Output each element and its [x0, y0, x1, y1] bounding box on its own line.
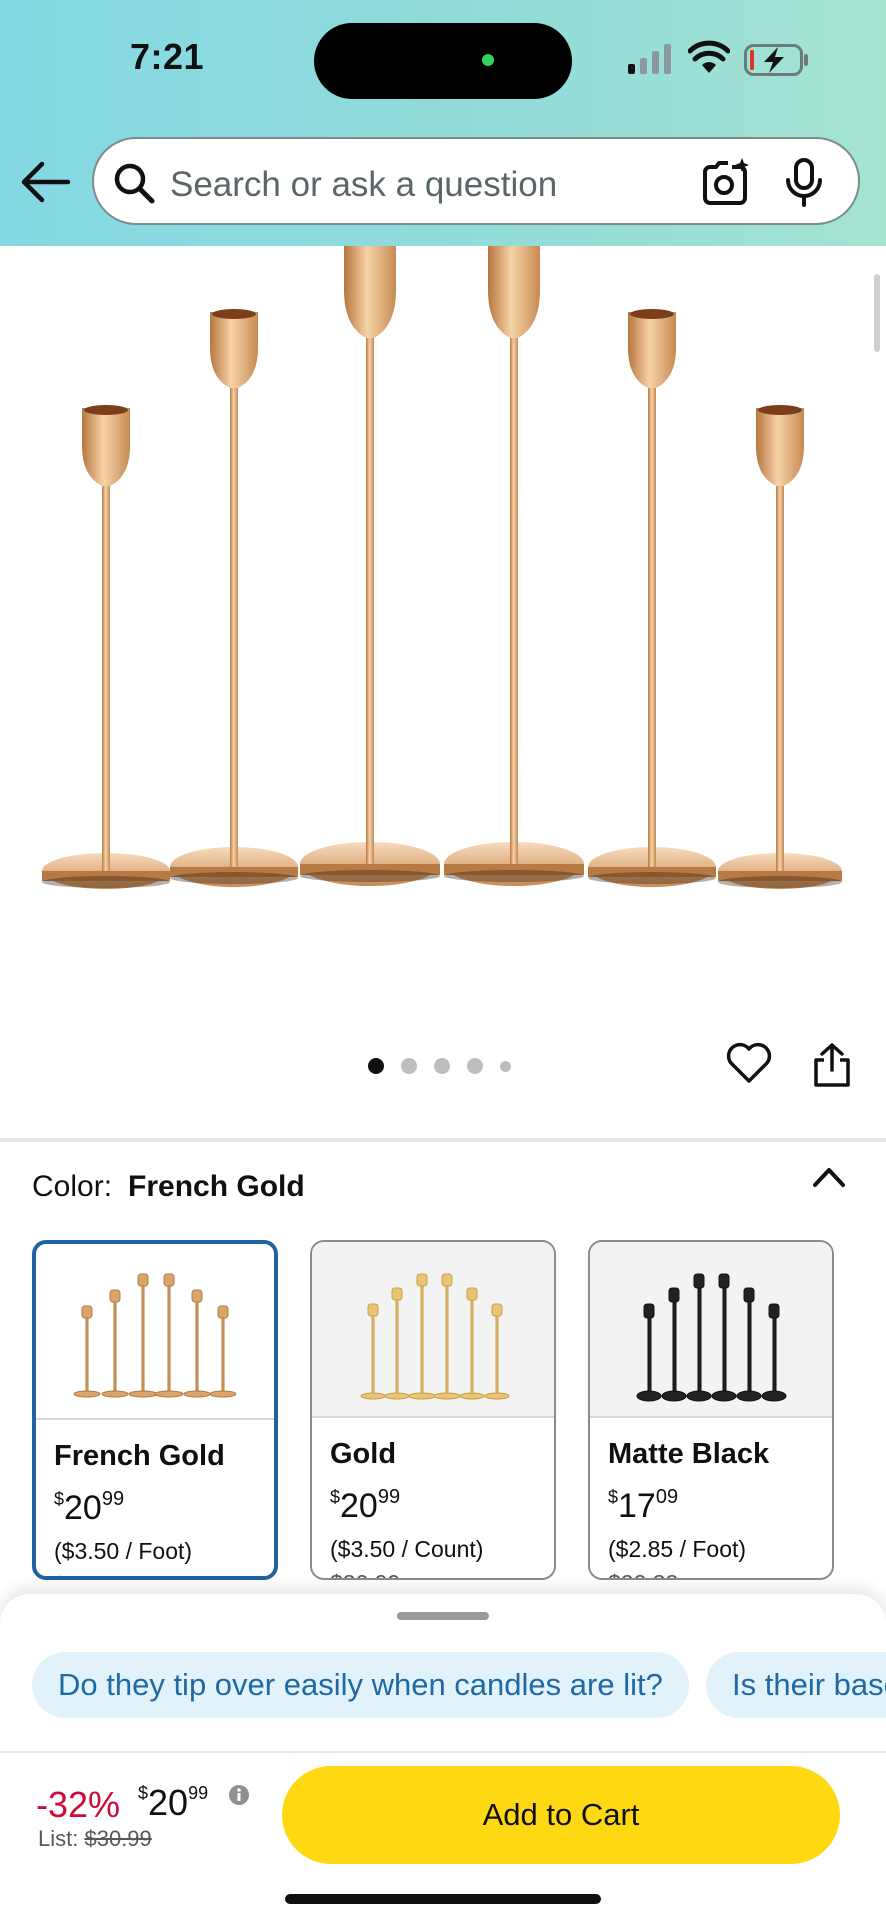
swatch-name: Gold [330, 1438, 397, 1470]
cellular-signal-icon [628, 44, 671, 74]
questions-sheet: Do they tip over easily when candles are… [0, 1594, 886, 1754]
swatch-list-price: $30.99 [330, 1570, 400, 1578]
swatch-image [590, 1242, 832, 1418]
battery-charging-icon [744, 44, 808, 76]
swatch-list-price: $20.32 [608, 1570, 678, 1578]
image-pagination[interactable] [368, 1058, 511, 1074]
camera-indicator-icon [482, 54, 494, 66]
question-chip[interactable]: Do they tip over easily when candles are… [32, 1652, 689, 1718]
sheet-divider [0, 1751, 886, 1753]
page-dot-2[interactable] [401, 1058, 417, 1074]
chevron-up-icon[interactable] [812, 1166, 846, 1188]
selected-color: French Gold [128, 1170, 305, 1203]
heart-icon[interactable] [726, 1042, 772, 1084]
color-selector-header: Color: French Gold [32, 1170, 305, 1204]
swatch-unit-price: ($2.85 / Foot) [608, 1536, 747, 1562]
status-time: 7:21 [130, 36, 205, 77]
search-bar[interactable]: Search or ask a question [92, 137, 860, 225]
swatch-price: $1709 [608, 1486, 679, 1525]
swatch-thumbnail [360, 1273, 510, 1400]
swatch-matte-black[interactable]: Matte Black $1709 ($2.85 / Foot) $20.32 [588, 1240, 834, 1580]
swatch-name: Matte Black [608, 1438, 770, 1470]
swatch-price: $2099 [330, 1486, 401, 1525]
swatch-gold[interactable]: Gold $2099 ($3.50 / Count) $30.99 [310, 1240, 556, 1580]
buy-bar: -32% $2099 List: $30.99 Add to Cart [0, 1754, 886, 1920]
list-price: List: $30.99 [38, 1826, 152, 1851]
swatch-unit-price: ($3.50 / Foot) [54, 1538, 193, 1564]
discount-percent: -32% [36, 1784, 121, 1825]
swatch-french-gold[interactable]: French Gold $2099 ($3.50 / Foot) $30.99 [32, 1240, 278, 1580]
swatch-image [312, 1242, 554, 1418]
candle-holders-image [42, 246, 842, 889]
microphone-icon[interactable] [784, 158, 824, 208]
camera-search-icon[interactable] [702, 158, 750, 206]
scrollbar[interactable] [874, 274, 880, 352]
product-image[interactable] [0, 246, 886, 1126]
swatch-name: French Gold [54, 1440, 225, 1472]
dynamic-island [314, 23, 572, 99]
search-icon [114, 163, 155, 204]
page-dot-3[interactable] [434, 1058, 450, 1074]
info-icon[interactable] [228, 1784, 250, 1806]
add-to-cart-button[interactable]: Add to Cart [282, 1766, 840, 1864]
search-input[interactable]: Search or ask a question [170, 165, 557, 205]
sheet-grabber[interactable] [397, 1612, 489, 1620]
home-indicator[interactable] [285, 1894, 601, 1904]
swatch-list-price: $30.99 [54, 1572, 124, 1576]
section-divider [0, 1138, 886, 1142]
page-dot-1[interactable] [368, 1058, 384, 1074]
page-dot-5[interactable] [500, 1060, 511, 1072]
swatch-image [36, 1244, 274, 1420]
current-price: $2099 [138, 1782, 209, 1823]
swatch-price: $2099 [54, 1488, 125, 1527]
swatch-unit-price: ($3.50 / Count) [330, 1536, 484, 1562]
share-icon[interactable] [812, 1042, 852, 1088]
swatch-thumbnail [636, 1273, 787, 1402]
swatch-thumbnail [73, 1273, 237, 1398]
question-chip[interactable]: Is their base [706, 1652, 886, 1718]
back-arrow-icon[interactable] [20, 160, 72, 204]
page-dot-4[interactable] [467, 1058, 483, 1074]
wifi-icon [688, 40, 730, 73]
color-label: Color: [32, 1170, 113, 1203]
top-header: 7:21 Search or ask a question [0, 0, 886, 246]
